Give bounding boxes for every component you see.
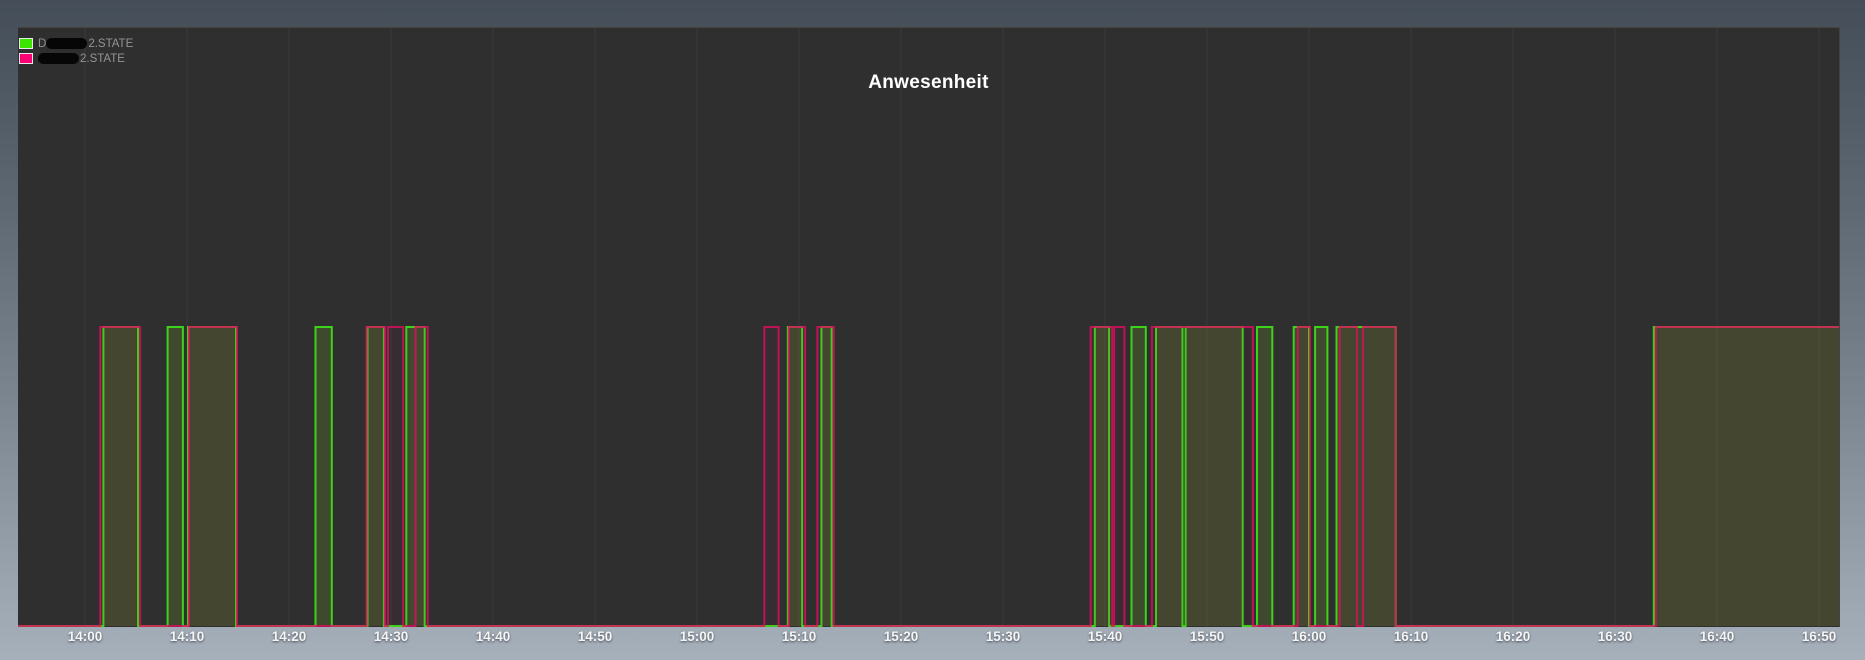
magenta-series-swatch <box>19 53 33 64</box>
legend-label-prefix: D <box>38 37 47 50</box>
x-axis-tick-label: 16:50 <box>1801 629 1837 644</box>
legend-label-green: D 2.STATE <box>38 38 133 50</box>
x-axis: 14:00 14:10 14:20 14:30 14:40 14:50 15:00 15:10… <box>0 628 1865 660</box>
x-axis-tick-label: 16:10 <box>1393 629 1429 644</box>
x-axis-tick-label: 15:50 <box>1189 629 1225 644</box>
redaction-blob <box>38 53 79 64</box>
legend-item-magenta: 2.STATE <box>19 52 133 65</box>
redaction-blob <box>46 38 88 49</box>
chart-title: Anwesenheit <box>868 72 989 93</box>
x-axis-tick-label: 16:20 <box>1495 629 1531 644</box>
legend-label-text: 2.STATE <box>88 37 134 50</box>
x-axis-tick-label: 14:40 <box>475 629 511 644</box>
x-axis-tick-label: 14:30 <box>373 629 409 644</box>
x-axis-tick-label: 14:20 <box>271 629 307 644</box>
dashboard-background: { "chart_data": { "type": "area", "subty… <box>0 0 1865 660</box>
x-axis-tick-label: 15:30 <box>985 629 1021 644</box>
legend-label-text: 2.STATE <box>80 52 125 65</box>
x-axis-tick-label: 14:50 <box>577 629 613 644</box>
green-state-series <box>18 326 1839 627</box>
plot-area[interactable] <box>18 28 1840 627</box>
legend: D 2.STATE 2.STATE <box>19 37 133 67</box>
x-axis-tick-label: 14:10 <box>169 629 205 644</box>
presence-chart-panel[interactable]: D 2.STATE 2.STATE Anwesenheit <box>18 27 1840 627</box>
legend-item-green: D 2.STATE <box>19 37 133 50</box>
x-axis-tick-label: 16:00 <box>1291 629 1327 644</box>
x-axis-tick-label: 16:30 <box>1597 629 1633 644</box>
green-series-swatch <box>19 38 33 49</box>
magenta-state-series <box>18 326 1839 627</box>
x-axis-tick-label: 15:00 <box>679 629 715 644</box>
x-axis-tick-label: 15:10 <box>781 629 817 644</box>
x-axis-tick-label: 15:40 <box>1087 629 1123 644</box>
legend-label-magenta: 2.STATE <box>38 53 125 65</box>
x-axis-tick-label: 15:20 <box>883 629 919 644</box>
x-axis-tick-label: 14:00 <box>67 629 103 644</box>
x-axis-tick-label: 16:40 <box>1699 629 1735 644</box>
